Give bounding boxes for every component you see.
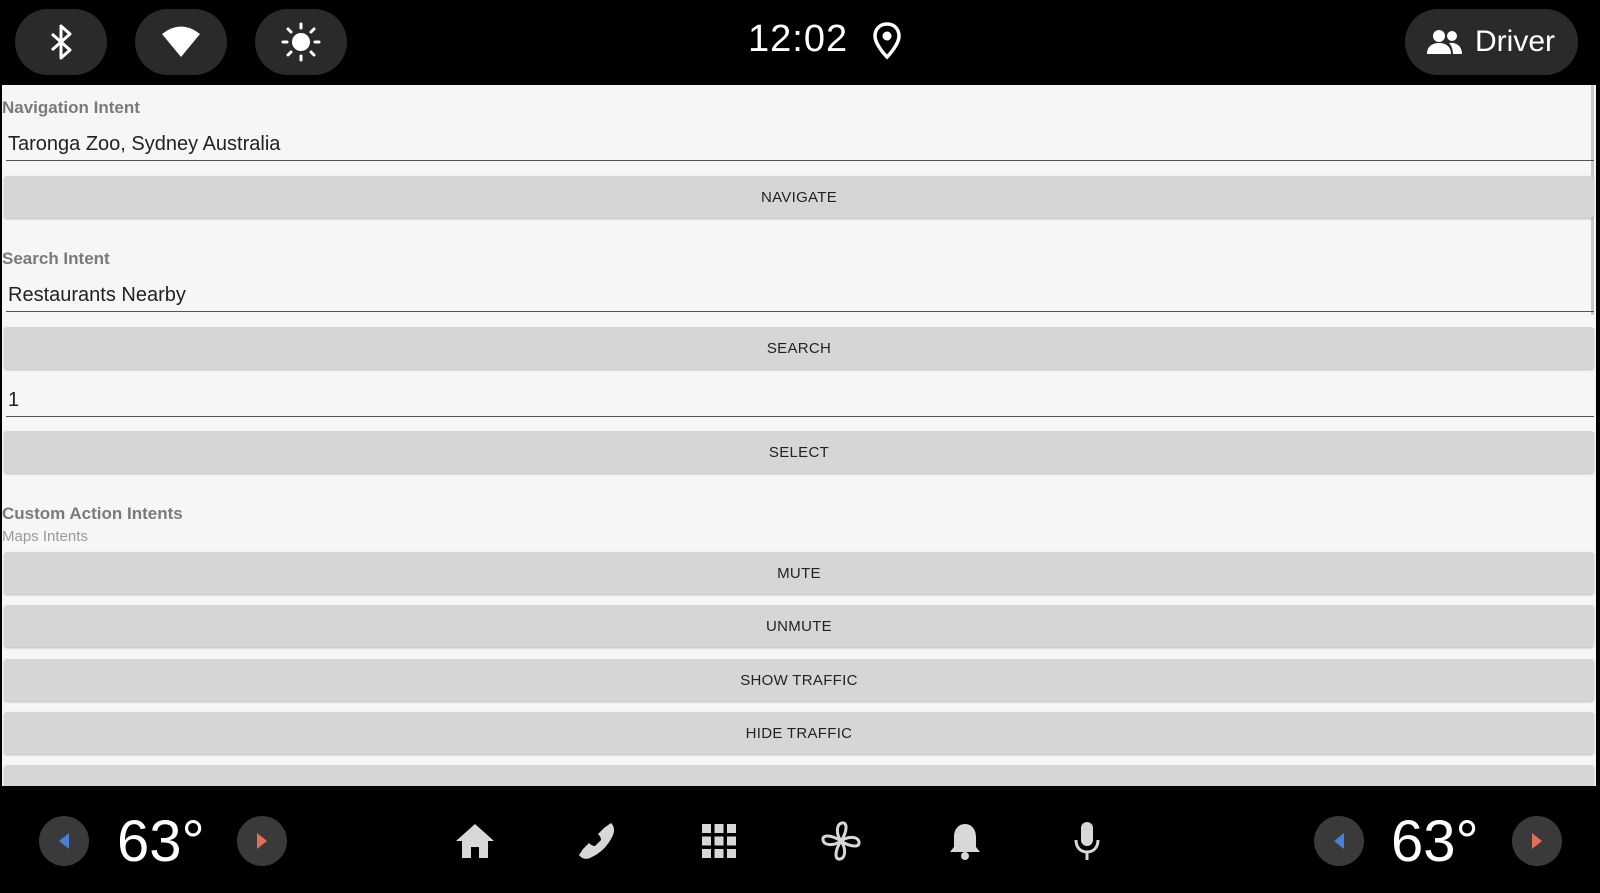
- home-icon: [456, 824, 494, 858]
- bluetooth-button[interactable]: [15, 9, 107, 75]
- bluetooth-icon: [51, 24, 72, 60]
- search-button[interactable]: SEARCH: [4, 327, 1594, 369]
- search-intent-label: Search Intent: [2, 249, 110, 268]
- home-button[interactable]: [450, 816, 500, 866]
- bottom-nav-bar: 63° 63°: [0, 786, 1600, 893]
- brightness-button[interactable]: [255, 9, 347, 75]
- status-bar: 12:02 Driver: [0, 0, 1600, 85]
- apps-button[interactable]: [694, 816, 744, 866]
- right-arrow-icon: [257, 833, 267, 849]
- phone-icon: [579, 823, 615, 859]
- navigate-button[interactable]: NAVIGATE: [4, 176, 1594, 218]
- right-temp-decrease-button[interactable]: [1314, 816, 1364, 866]
- left-temp-increase-button[interactable]: [237, 816, 287, 866]
- voice-assistant-button[interactable]: [1062, 816, 1112, 866]
- wifi-icon: [162, 26, 200, 57]
- show-traffic-button[interactable]: SHOW TRAFFIC: [4, 659, 1594, 701]
- mute-button[interactable]: MUTE: [4, 552, 1594, 594]
- notifications-button[interactable]: [940, 816, 990, 866]
- phone-button[interactable]: [572, 816, 622, 866]
- hide-traffic-button[interactable]: HIDE TRAFFIC: [4, 712, 1594, 754]
- select-button[interactable]: SELECT: [4, 431, 1594, 473]
- navigation-intent-label: Navigation Intent: [2, 98, 140, 117]
- right-arrow-icon: [1532, 833, 1542, 849]
- search-input[interactable]: Restaurants Nearby: [6, 268, 1594, 312]
- microphone-icon: [1074, 822, 1100, 860]
- maps-intents-label: Maps Intents: [2, 528, 88, 545]
- left-arrow-icon: [59, 833, 69, 849]
- select-index-value: 1: [8, 389, 20, 411]
- left-temperature[interactable]: 63°: [117, 808, 205, 875]
- select-index-input[interactable]: 1: [6, 373, 1594, 417]
- custom-action-intents-label: Custom Action Intents: [2, 504, 183, 523]
- driver-profile-button[interactable]: Driver: [1405, 9, 1578, 75]
- next-intent-button[interactable]: [4, 765, 1594, 786]
- driver-label: Driver: [1475, 25, 1555, 58]
- apps-grid-icon: [702, 824, 736, 858]
- people-icon: [1427, 30, 1462, 54]
- clock: 12:02: [748, 18, 849, 60]
- location-pin-icon: [873, 22, 901, 60]
- right-temperature[interactable]: 63°: [1391, 808, 1479, 875]
- fan-icon: [821, 821, 861, 861]
- left-arrow-icon: [1334, 833, 1344, 849]
- climate-fan-button[interactable]: [816, 816, 866, 866]
- bell-icon: [950, 824, 980, 860]
- navigation-input-value: Taronga Zoo, Sydney Australia: [8, 133, 281, 155]
- intents-panel: Navigation Intent Taronga Zoo, Sydney Au…: [2, 85, 1596, 786]
- navigation-input[interactable]: Taronga Zoo, Sydney Australia: [6, 117, 1594, 161]
- unmute-button[interactable]: UNMUTE: [4, 605, 1594, 647]
- search-input-value: Restaurants Nearby: [8, 284, 186, 306]
- left-temp-decrease-button[interactable]: [39, 816, 89, 866]
- right-temp-increase-button[interactable]: [1512, 816, 1562, 866]
- wifi-button[interactable]: [135, 9, 227, 75]
- brightness-icon: [281, 22, 321, 62]
